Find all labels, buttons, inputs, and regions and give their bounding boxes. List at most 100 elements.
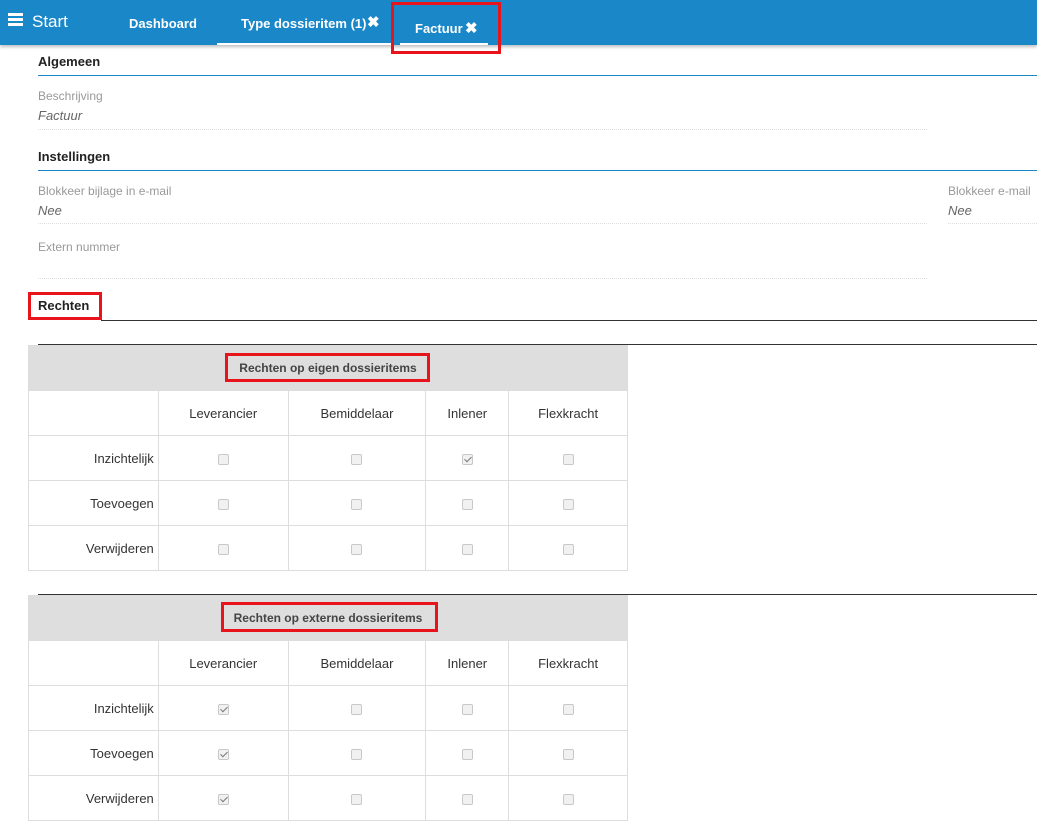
permission-checkbox[interactable] [461,748,473,760]
field-underline [948,223,1037,224]
tab-underline [217,43,392,45]
checkbox-cell [287,480,427,526]
permission-checkbox[interactable] [461,498,473,510]
permission-checkbox[interactable] [562,498,574,510]
permission-checkbox[interactable] [461,543,473,555]
hamburger-menu-icon[interactable] [8,13,23,26]
tab-dashboard[interactable]: Dashboard [118,0,206,45]
start-link[interactable]: Start [32,12,68,32]
table-caption-text: Rechten op eigen dossieritems [239,361,417,375]
checkbox-cell [508,525,628,571]
tab-label: Factuur [415,21,463,36]
top-bar: Start Dashboard Type dossieritem (1) ✖ F… [0,0,1037,45]
field-underline [38,129,927,130]
checkbox-cell [287,685,427,731]
row-header: Inzichtelijk [28,685,159,731]
permission-checkbox[interactable] [562,703,574,715]
checkbox-cell [508,685,628,731]
permission-checkbox[interactable] [217,453,229,465]
row-header: Toevoegen [28,480,159,526]
field-underline [38,223,927,224]
tab-label: Type dossieritem (1) [241,16,367,31]
checkbox-cell [157,730,289,776]
permission-checkbox[interactable] [562,453,574,465]
checkbox-cell [287,435,427,481]
column-header: Bemiddelaar [287,640,427,686]
checkbox-cell [508,480,628,526]
field-underline [38,278,927,279]
permission-checkbox[interactable] [217,498,229,510]
table-row: Inzichtelijk [28,685,628,731]
section-title-rechten: Rechten [38,298,90,313]
section-divider [38,75,1037,76]
close-icon[interactable]: ✖ [367,13,380,31]
permission-checkbox[interactable] [217,748,229,760]
table-caption-extern: Rechten op externe dossieritems [28,595,628,641]
checkbox-cell [287,775,427,821]
permission-checkbox[interactable] [461,453,473,465]
table-row: Verwijderen [28,525,628,571]
permissions-table-extern: Rechten op externe dossieritems Leveranc… [28,595,628,821]
row-header: Verwijderen [28,525,159,571]
column-header: Inlener [425,390,510,436]
checkbox-cell [287,730,427,776]
section-divider [101,320,1037,321]
table-row: Toevoegen [28,730,628,776]
tab-type-dossieritem[interactable]: Type dossieritem (1) ✖ [217,0,392,45]
table-caption-eigen: Rechten op eigen dossieritems [28,345,628,391]
table-row: Verwijderen [28,775,628,821]
column-header: Flexkracht [508,640,628,686]
permission-checkbox[interactable] [217,793,229,805]
checkbox-cell [157,480,289,526]
checkbox-cell [425,775,510,821]
row-header: Verwijderen [28,775,159,821]
column-header: Inlener [425,640,510,686]
checkbox-cell [157,775,289,821]
field-label-blokkeer-email: Blokkeer e-mail [948,184,1031,198]
checkbox-cell [157,525,289,571]
section-title-instellingen: Instellingen [38,149,111,164]
checkbox-cell [425,685,510,731]
field-label-beschrijving: Beschrijving [38,89,103,103]
permissions-table-eigen: Rechten op eigen dossieritems Leverancie… [28,345,628,571]
permission-checkbox[interactable] [562,543,574,555]
permission-checkbox[interactable] [351,748,363,760]
permission-checkbox[interactable] [351,543,363,555]
permission-checkbox[interactable] [217,703,229,715]
tab-factuur[interactable]: Factuur ✖ [400,0,492,45]
field-value-blokkeer-bijlage: Nee [38,203,62,218]
column-header: Flexkracht [508,390,628,436]
field-value-beschrijving: Factuur [38,108,83,123]
table-row: Toevoegen [28,480,628,526]
permission-checkbox[interactable] [562,793,574,805]
field-value-blokkeer-email: Nee [948,203,972,218]
tab-underline [400,43,488,45]
permission-checkbox[interactable] [461,703,473,715]
permission-checkbox[interactable] [351,498,363,510]
table-corner-cell [28,640,159,686]
checkbox-cell [425,480,510,526]
section-divider [38,170,1037,171]
row-header: Toevoegen [28,730,159,776]
checkbox-cell [508,775,628,821]
table-corner-cell [28,390,159,436]
permission-checkbox[interactable] [351,793,363,805]
checkbox-cell [508,435,628,481]
section-title-algemeen: Algemeen [38,54,101,69]
tab-label: Dashboard [129,16,197,31]
close-icon[interactable]: ✖ [465,19,478,37]
checkbox-cell [425,730,510,776]
field-label-blokkeer-bijlage: Blokkeer bijlage in e-mail [38,184,172,198]
permission-checkbox[interactable] [461,793,473,805]
column-header: Leverancier [157,640,289,686]
column-header: Bemiddelaar [287,390,427,436]
field-label-extern-nummer: Extern nummer [38,240,121,254]
permission-checkbox[interactable] [351,453,363,465]
checkbox-cell [287,525,427,571]
checkbox-cell [425,435,510,481]
permission-checkbox[interactable] [351,703,363,715]
checkbox-cell [508,730,628,776]
table-caption-text: Rechten op externe dossieritems [233,611,423,625]
permission-checkbox[interactable] [217,543,229,555]
permission-checkbox[interactable] [562,748,574,760]
